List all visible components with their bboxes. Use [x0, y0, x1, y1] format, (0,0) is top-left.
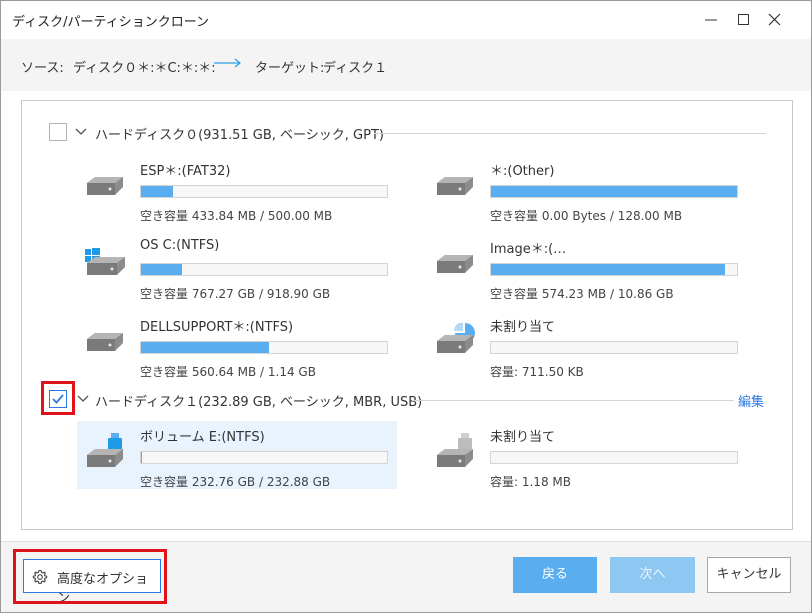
partition-esp[interactable]: ESP＊:(FAT32) 空き容量 433.84 MB / 500.00 MB — [77, 155, 397, 223]
back-button[interactable]: 戻る — [513, 557, 597, 593]
usb-drive-icon — [87, 433, 123, 467]
disk-list-panel: ハードディスク０(931.51 GB, ベーシック, GPT) ESP＊:(FA… — [21, 100, 793, 530]
usage-bar — [140, 185, 388, 198]
highlight-box — [13, 549, 167, 604]
usb-drive-icon — [437, 433, 473, 467]
disk0-label: ハードディスク０(931.51 GB, ベーシック, GPT) — [95, 128, 384, 143]
partition-image[interactable]: Image＊:(… 空き容量 574.23 MB / 10.86 GB — [427, 233, 747, 301]
partition-unallocated-1[interactable]: 未割り当て 容量: 1.18 MB — [427, 421, 747, 489]
partition-info: 空き容量 433.84 MB / 500.00 MB — [140, 209, 333, 223]
partition-info: 空き容量 767.27 GB / 918.90 GB — [140, 287, 331, 301]
chevron-down-icon[interactable] — [75, 128, 87, 136]
disk0-checkbox[interactable] — [49, 123, 67, 141]
partition-name: ＊:(Other) — [490, 164, 555, 179]
usage-bar — [140, 451, 388, 464]
source-value: ディスク０＊:＊C:＊:＊: — [73, 61, 216, 76]
source-target-bar: ソース: ディスク０＊:＊C:＊:＊: ターゲット: ディスク１ — [1, 39, 811, 91]
partition-name: Image＊:(… — [490, 242, 567, 257]
usage-bar-fill — [141, 452, 142, 463]
partition-info: 容量: 1.18 MB — [490, 475, 571, 489]
windows-drive-icon — [85, 248, 125, 275]
drive-icon — [437, 177, 473, 195]
partition-dellsupport[interactable]: DELLSUPPORT＊:(NTFS) 空き容量 560.64 MB / 1.1… — [77, 311, 397, 379]
title-bar: ディスク/パーティションクローン — [1, 1, 811, 39]
divider — [412, 400, 734, 401]
partition-info: 空き容量 560.64 MB / 1.14 GB — [140, 365, 316, 379]
partition-name: DELLSUPPORT＊:(NTFS) — [140, 320, 294, 335]
partition-name: ボリューム E:(NTFS) — [140, 430, 265, 445]
partition-unallocated-0[interactable]: 未割り当て 容量: 711.50 KB — [427, 311, 747, 379]
usage-bar — [490, 185, 738, 198]
partition-name: 未割り当て — [490, 430, 556, 445]
usage-bar — [140, 263, 388, 276]
partition-info: 容量: 711.50 KB — [490, 365, 584, 379]
window-title: ディスク/パーティションクローン — [12, 15, 210, 30]
target-label: ターゲット: — [255, 61, 325, 76]
usage-bar — [140, 341, 388, 354]
usage-bar — [490, 451, 738, 464]
edit-link[interactable]: 編集 — [738, 391, 764, 410]
partition-volume-e[interactable]: ボリューム E:(NTFS) 空き容量 232.76 GB / 232.88 G… — [77, 421, 397, 489]
partition-info: 空き容量 574.23 MB / 10.86 GB — [490, 287, 674, 301]
close-icon — [768, 13, 781, 26]
cancel-button[interactable]: キャンセル — [707, 557, 791, 593]
unallocated-drive-icon — [437, 323, 475, 353]
partition-os-c[interactable]: OS C:(NTFS) 空き容量 767.27 GB / 918.90 GB — [77, 233, 397, 301]
partition-info: 空き容量 0.00 Bytes / 128.00 MB — [490, 209, 683, 223]
next-button[interactable]: 次へ — [610, 557, 695, 593]
partition-name: ESP＊:(FAT32) — [140, 164, 231, 179]
arrow-right-icon — [214, 58, 241, 68]
chevron-down-icon[interactable] — [77, 395, 89, 403]
disk1-label: ハードディスク１(232.89 GB, ベーシック, MBR, USB) — [95, 395, 423, 410]
minimize-icon — [705, 19, 717, 21]
close-button[interactable] — [764, 7, 804, 33]
drive-icon — [87, 333, 123, 351]
minimize-button[interactable] — [691, 7, 731, 33]
highlight-box — [41, 381, 75, 415]
partition-info: 空き容量 232.76 GB / 232.88 GB — [140, 475, 331, 489]
source-label: ソース: — [21, 61, 64, 76]
usage-bar-fill — [141, 264, 182, 275]
partition-other[interactable]: ＊:(Other) 空き容量 0.00 Bytes / 128.00 MB — [427, 155, 747, 223]
divider — [374, 133, 766, 134]
partition-name: OS C:(NTFS) — [140, 238, 220, 253]
target-value: ディスク１ — [323, 61, 388, 76]
drive-icon — [87, 177, 123, 195]
usage-bar-fill — [491, 186, 737, 197]
clone-dialog: ディスク/パーティションクローン ソース: ディスク０＊:＊C:＊:＊: ターゲ… — [0, 0, 812, 613]
usage-bar-fill — [491, 264, 725, 275]
usage-bar-fill — [141, 342, 269, 353]
partition-name: 未割り当て — [490, 320, 556, 335]
usage-bar-fill — [141, 186, 173, 197]
drive-icon — [437, 255, 473, 273]
usage-bar — [490, 341, 738, 354]
footer: 高度なオプション 戻る 次へ キャンセル — [1, 541, 811, 612]
usage-bar — [490, 263, 738, 276]
